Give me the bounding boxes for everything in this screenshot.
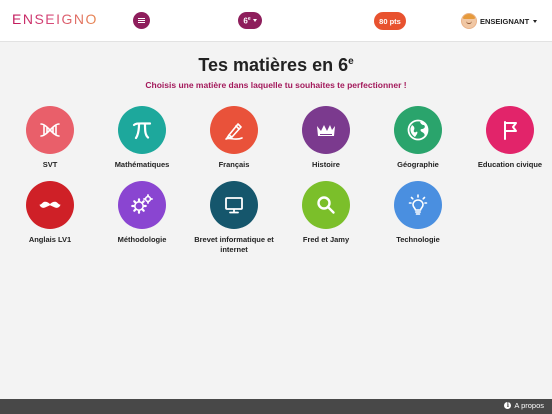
subject-label: Fred et Jamy [302,235,350,244]
subject-icon-circle [26,106,74,154]
menu-button[interactable] [133,12,150,29]
subject-icon-circle [118,181,166,229]
subject-label: SVT [42,160,58,169]
subject-icon-circle [210,181,258,229]
crown-icon [317,125,335,136]
page-title: Tes matières en 6e [198,55,354,75]
subject-tile-histoire[interactable]: Histoire [280,106,372,170]
subject-label: Technologie [396,235,440,244]
avatar [461,13,477,29]
subject-icon-circle [394,181,442,229]
dna-icon [40,123,60,137]
user-menu[interactable]: ENSEIGNANT [461,11,538,31]
user-label: ENSEIGNANT [480,16,530,26]
points-badge[interactable]: 80 pts [374,12,406,30]
app-logo[interactable]: ENSEIGNO [12,11,98,27]
subject-tile-fred-et-jamy[interactable]: Fred et Jamy [280,181,372,245]
subject-tile-education-civique[interactable]: Education civique [464,106,552,170]
subject-label: Brevet informatique et internet [194,235,274,255]
subject-tile-anglais-lv1[interactable]: Anglais LV1 [4,181,96,245]
subject-icon-circle [26,181,74,229]
subject-tile-brevet-informatique[interactable]: Brevet informatique et internet [188,181,280,255]
page-subtitle: Choisis une matière dans laquelle tu sou… [145,80,407,90]
globe-icon [407,119,429,141]
subject-label: Anglais LV1 [28,235,72,244]
subject-icon-circle [394,106,442,154]
hamburger-icon [138,17,145,24]
subject-tile-geographie[interactable]: Géographie [372,106,464,170]
flag-icon [504,121,517,140]
subject-tile-methodologie[interactable]: Méthodologie [96,181,188,245]
subject-icon-circle [118,106,166,154]
top-navbar: ENSEIGNO 6e 80 pts ENSEIGNANT [0,0,552,42]
subject-tile-francais[interactable]: Français [188,106,280,170]
subject-tile-technologie[interactable]: Technologie [372,181,464,245]
magnifier-icon [317,196,335,214]
monitor-icon [225,197,243,214]
chevron-down-icon [533,19,538,23]
mustache-icon [39,201,61,208]
level-label: 6e [243,15,251,26]
pi-icon [132,122,152,140]
level-dropdown[interactable]: 6e [238,12,262,29]
subject-label: Méthodologie [117,235,167,244]
subject-icon-circle [486,106,534,154]
chevron-down-icon [252,19,257,22]
lightbulb-icon [408,194,428,215]
subject-icon-circle [210,106,258,154]
subject-label: Mathématiques [114,160,170,169]
about-label: A propos [514,401,544,410]
about-link[interactable]: i A propos [504,401,544,410]
subject-tile-mathematiques[interactable]: Mathématiques [96,106,188,170]
footer-bar: i A propos [0,399,552,414]
subject-label: Géographie [397,160,439,169]
pen-icon [225,123,243,140]
subject-label: Education civique [477,160,543,169]
gears-icon [131,194,153,214]
subject-icon-circle [302,106,350,154]
subject-icon-circle [302,181,350,229]
subject-label: Histoire [312,160,340,169]
subject-label: Français [218,160,250,169]
subject-tile-svt[interactable]: SVT [4,106,96,170]
info-icon: i [504,402,512,409]
